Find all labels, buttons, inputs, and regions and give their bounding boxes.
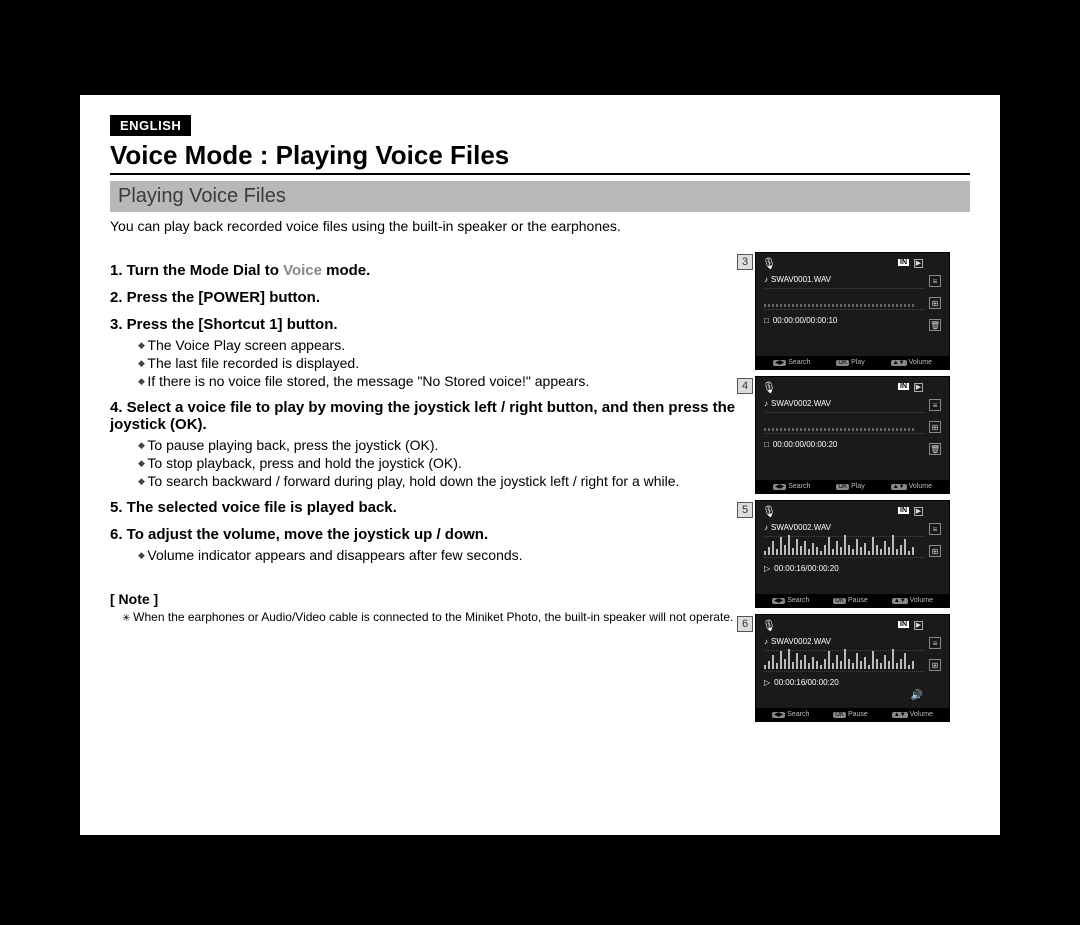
- play-mode-icon: ▶: [914, 259, 923, 268]
- microphone-icon: 🎙: [762, 619, 776, 632]
- play-mode-icon: ▶: [914, 507, 923, 516]
- lcd-screen: 🎙 IN ▶ ≡ ⊞ 🗑 ♪SWAV0001.WAV □00:00:00/00:00:10 ◀▶…: [755, 252, 950, 370]
- instructions-column: 1. Turn the Mode Dial to Voice mode. 2. …: [110, 252, 755, 728]
- lcd-footer-hints: ◀▶SearchOKPlay▲▼Volume: [756, 480, 949, 493]
- microphone-icon: 🎙: [762, 381, 776, 394]
- lcd-timecode: □00:00:00/00:00:10: [764, 316, 925, 325]
- stop-icon: □: [764, 440, 769, 449]
- lcd-side-icons: ≡ ⊞ 🗑: [929, 399, 943, 455]
- trash-icon: 🗑: [929, 443, 941, 455]
- play-icon: ▷: [764, 678, 770, 687]
- lcd-filename: ♪SWAV0001.WAV: [764, 275, 925, 284]
- step-4: 4. Select a voice file to play by moving…: [110, 399, 745, 433]
- page-title: Voice Mode : Playing Voice Files: [110, 140, 970, 175]
- step-3-details: The Voice Play screen appears. The last …: [110, 337, 745, 389]
- lcd-footer-hints: ◀▶SearchOKPause▲▼Volume: [756, 708, 949, 721]
- step-2: 2. Press the [POWER] button.: [110, 289, 745, 306]
- microphone-icon: 🎙: [762, 257, 776, 270]
- list-icon: ≡: [929, 637, 941, 649]
- note-list: When the earphones or Audio/Video cable …: [110, 609, 745, 626]
- lcd-step-number: 5: [737, 502, 753, 518]
- lcd-side-icons: ≡⊞: [929, 637, 943, 671]
- section-subtitle: Playing Voice Files: [110, 181, 970, 212]
- grid-icon: ⊞: [929, 659, 941, 671]
- lcd-step-number: 6: [737, 616, 753, 632]
- grid-icon: ⊞: [929, 421, 941, 433]
- storage-in-badge: IN: [898, 259, 909, 266]
- waveform-display: [764, 412, 925, 434]
- lcd-screen: 🎙IN▶≡⊞♪SWAV0002.WAV▷00:00:16/00:00:20🔊◀▶…: [755, 614, 950, 722]
- lcd-screenshot: 3🎙IN▶≡⊞🗑♪SWAV0001.WAV□00:00:00/00:00:10◀…: [755, 252, 970, 370]
- storage-in-badge: IN: [898, 507, 909, 514]
- lcd-screenshot: 4🎙IN▶≡⊞🗑♪SWAV0002.WAV□00:00:00/00:00:20◀…: [755, 376, 970, 494]
- intro-text: You can play back recorded voice files u…: [110, 218, 970, 234]
- music-note-icon: ♪: [764, 275, 768, 284]
- lcd-screen: 🎙IN▶≡⊞♪SWAV0002.WAV▷00:00:16/00:00:20◀▶S…: [755, 500, 950, 608]
- grid-icon: ⊞: [929, 297, 941, 309]
- lcd-timecode: ▷00:00:16/00:00:20: [764, 678, 925, 687]
- lcd-filename: ♪SWAV0002.WAV: [764, 399, 925, 408]
- lcd-timecode: ▷00:00:16/00:00:20: [764, 564, 925, 573]
- manual-page: ENGLISH Voice Mode : Playing Voice Files…: [80, 95, 1000, 835]
- note-heading: [ Note ]: [110, 591, 745, 607]
- lcd-timecode: □00:00:00/00:00:20: [764, 440, 925, 449]
- waveform-display: [764, 288, 925, 310]
- lcd-footer-hints: ◀▶SearchOKPause▲▼Volume: [756, 594, 949, 607]
- list-icon: ≡: [929, 399, 941, 411]
- storage-in-badge: IN: [898, 383, 909, 390]
- lcd-filename: ♪SWAV0002.WAV: [764, 637, 925, 646]
- trash-icon: 🗑: [929, 319, 941, 331]
- play-mode-icon: ▶: [914, 383, 923, 392]
- step-3: 3. Press the [Shortcut 1] button.: [110, 316, 745, 333]
- lcd-column: 3🎙IN▶≡⊞🗑♪SWAV0001.WAV□00:00:00/00:00:10◀…: [755, 252, 970, 728]
- lcd-screenshot: 6🎙IN▶≡⊞♪SWAV0002.WAV▷00:00:16/00:00:20🔊◀…: [755, 614, 970, 722]
- music-note-icon: ♪: [764, 637, 768, 646]
- speaker-icon: 🔊: [911, 690, 923, 701]
- lcd-step-number: 3: [737, 254, 753, 270]
- microphone-icon: 🎙: [762, 505, 776, 518]
- play-mode-icon: ▶: [914, 621, 923, 630]
- lcd-filename: ♪SWAV0002.WAV: [764, 523, 925, 532]
- music-note-icon: ♪: [764, 399, 768, 408]
- waveform-display: [764, 536, 925, 558]
- lcd-screen: 🎙 IN ▶ ≡ ⊞ 🗑 ♪SWAV0002.WAV □00:00:00/00:00:20 ◀▶…: [755, 376, 950, 494]
- step-6-details: Volume indicator appears and disappears …: [110, 547, 745, 563]
- stop-icon: □: [764, 316, 769, 325]
- step-1: 1. Turn the Mode Dial to Voice mode.: [110, 262, 745, 279]
- list-icon: ≡: [929, 275, 941, 287]
- lcd-step-number: 4: [737, 378, 753, 394]
- step-4-details: To pause playing back, press the joystic…: [110, 437, 745, 489]
- step-6: 6. To adjust the volume, move the joysti…: [110, 526, 745, 543]
- storage-in-badge: IN: [898, 621, 909, 628]
- step-5: 5. The selected voice file is played bac…: [110, 499, 745, 516]
- lcd-side-icons: ≡ ⊞ 🗑: [929, 275, 943, 331]
- page-number-badge: 122: [98, 801, 142, 825]
- lcd-screenshot: 5🎙IN▶≡⊞♪SWAV0002.WAV▷00:00:16/00:00:20◀▶…: [755, 500, 970, 608]
- lcd-footer-hints: ◀▶SearchOKPlay▲▼Volume: [756, 356, 949, 369]
- waveform-display: [764, 650, 925, 672]
- grid-icon: ⊞: [929, 545, 941, 557]
- music-note-icon: ♪: [764, 523, 768, 532]
- language-badge: ENGLISH: [110, 115, 191, 136]
- play-icon: ▷: [764, 564, 770, 573]
- list-icon: ≡: [929, 523, 941, 535]
- lcd-side-icons: ≡⊞: [929, 523, 943, 557]
